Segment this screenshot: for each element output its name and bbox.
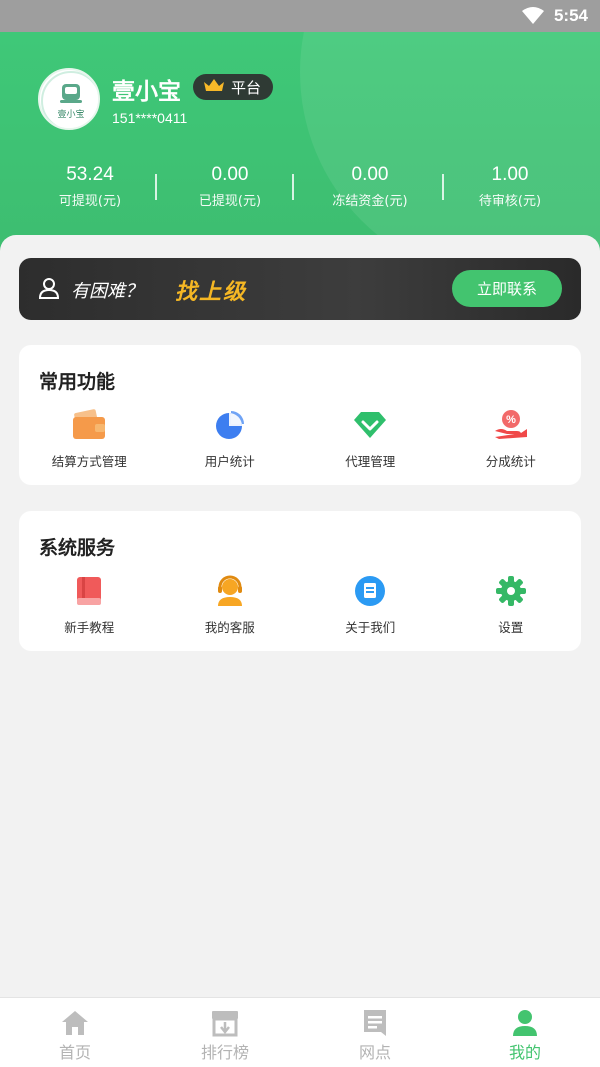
status-time: 5:54 <box>553 6 588 25</box>
banner-highlight: 找上级 <box>175 280 248 305</box>
store-icon <box>150 1008 300 1038</box>
book-icon <box>71 573 107 609</box>
settlement-method-item[interactable]: 结算方式管理 <box>19 407 160 470</box>
stat-divider <box>155 174 157 200</box>
commission-stats-item[interactable]: % 分成统计 <box>441 407 582 470</box>
item-label: 新手教程 <box>64 620 115 635</box>
stat-value: 0.00 <box>211 164 249 185</box>
item-label: 关于我们 <box>345 620 396 635</box>
user-icon <box>37 276 61 304</box>
stat-label: 可提现(元) <box>58 194 122 209</box>
system-services-card: 系统服务 新手教程 我的客服 关于我们 设置 <box>19 511 581 651</box>
document-icon <box>352 573 388 609</box>
stat-divider <box>442 174 444 200</box>
tab-mine[interactable]: 我的 <box>450 998 600 1067</box>
stat-value: 1.00 <box>491 164 529 185</box>
item-label: 设置 <box>498 620 524 635</box>
item-label: 用户统计 <box>204 454 255 469</box>
item-label: 我的客服 <box>204 620 255 635</box>
stat-frozen[interactable]: 0.00 冻结资金(元) <box>300 162 440 212</box>
section-title: 常用功能 <box>39 371 116 393</box>
username: 壹小宝 <box>112 79 181 105</box>
percent-hand-icon: % <box>493 407 529 443</box>
item-label: 结算方式管理 <box>51 454 127 469</box>
item-label: 分成统计 <box>485 454 536 469</box>
avatar-text: 壹小宝 <box>57 110 85 120</box>
tab-outlets[interactable]: 网点 <box>300 998 450 1067</box>
bottom-tab-bar: 首页 排行榜 网点 我的 <box>0 997 600 1067</box>
tab-label: 我的 <box>508 1043 541 1062</box>
settings-item[interactable]: 设置 <box>441 573 582 636</box>
tab-ranking[interactable]: 排行榜 <box>150 998 300 1067</box>
balance-stats: 53.24 可提现(元) 0.00 已提现(元) 0.00 冻结资金(元) 1.… <box>20 162 580 212</box>
main-content: 有困难？ 找上级 立即联系 常用功能 结算方式管理 用户统计 代理管理 % 分成… <box>0 235 600 995</box>
wallet-icon <box>71 407 107 443</box>
person-icon <box>450 1008 600 1038</box>
contact-superior-banner: 有困难？ 找上级 立即联系 <box>19 258 581 320</box>
tab-label: 网点 <box>358 1043 391 1062</box>
stat-label: 待审核(元) <box>478 194 542 209</box>
wifi-icon <box>522 7 544 29</box>
status-bar: 5:54 <box>0 0 600 32</box>
user-stats-item[interactable]: 用户统计 <box>160 407 301 470</box>
about-us-item[interactable]: 关于我们 <box>300 573 441 636</box>
gear-icon <box>493 573 529 609</box>
stat-withdrawable[interactable]: 53.24 可提现(元) <box>20 162 160 212</box>
role-badge-label: 平台 <box>231 78 262 97</box>
stat-value: 53.24 <box>66 164 114 185</box>
stat-pending[interactable]: 1.00 待审核(元) <box>440 162 580 212</box>
crown-icon <box>203 78 225 96</box>
customer-service-item[interactable]: 我的客服 <box>160 573 301 636</box>
home-icon <box>0 1008 150 1038</box>
tab-label: 排行榜 <box>200 1043 249 1062</box>
diamond-icon <box>352 407 388 443</box>
profile-header: 壹小宝 壹小宝 平台 151****0411 53.24 可提现(元) 0.00… <box>0 32 600 254</box>
common-functions-card: 常用功能 结算方式管理 用户统计 代理管理 % 分成统计 <box>19 345 581 485</box>
item-label: 代理管理 <box>345 454 396 469</box>
tab-label: 首页 <box>58 1043 91 1062</box>
avatar[interactable]: 壹小宝 <box>38 68 100 130</box>
list-icon <box>300 1008 450 1038</box>
section-title: 系统服务 <box>39 537 116 559</box>
role-badge: 平台 <box>193 74 274 100</box>
headset-icon <box>212 573 248 609</box>
contact-now-button[interactable]: 立即联系 <box>452 270 562 307</box>
stat-withdrawn[interactable]: 0.00 已提现(元) <box>160 162 300 212</box>
stat-value: 0.00 <box>351 164 389 185</box>
phone-number: 151****0411 <box>112 110 188 126</box>
svg-text:%: % <box>506 414 516 426</box>
agent-management-item[interactable]: 代理管理 <box>300 407 441 470</box>
stat-label: 已提现(元) <box>198 194 262 209</box>
stat-label: 冻结资金(元) <box>332 194 408 209</box>
banner-question: 有困难？ <box>71 281 143 302</box>
pie-chart-icon <box>212 407 248 443</box>
stat-divider <box>292 174 294 200</box>
tab-home[interactable]: 首页 <box>0 998 150 1067</box>
tutorial-item[interactable]: 新手教程 <box>19 573 160 636</box>
